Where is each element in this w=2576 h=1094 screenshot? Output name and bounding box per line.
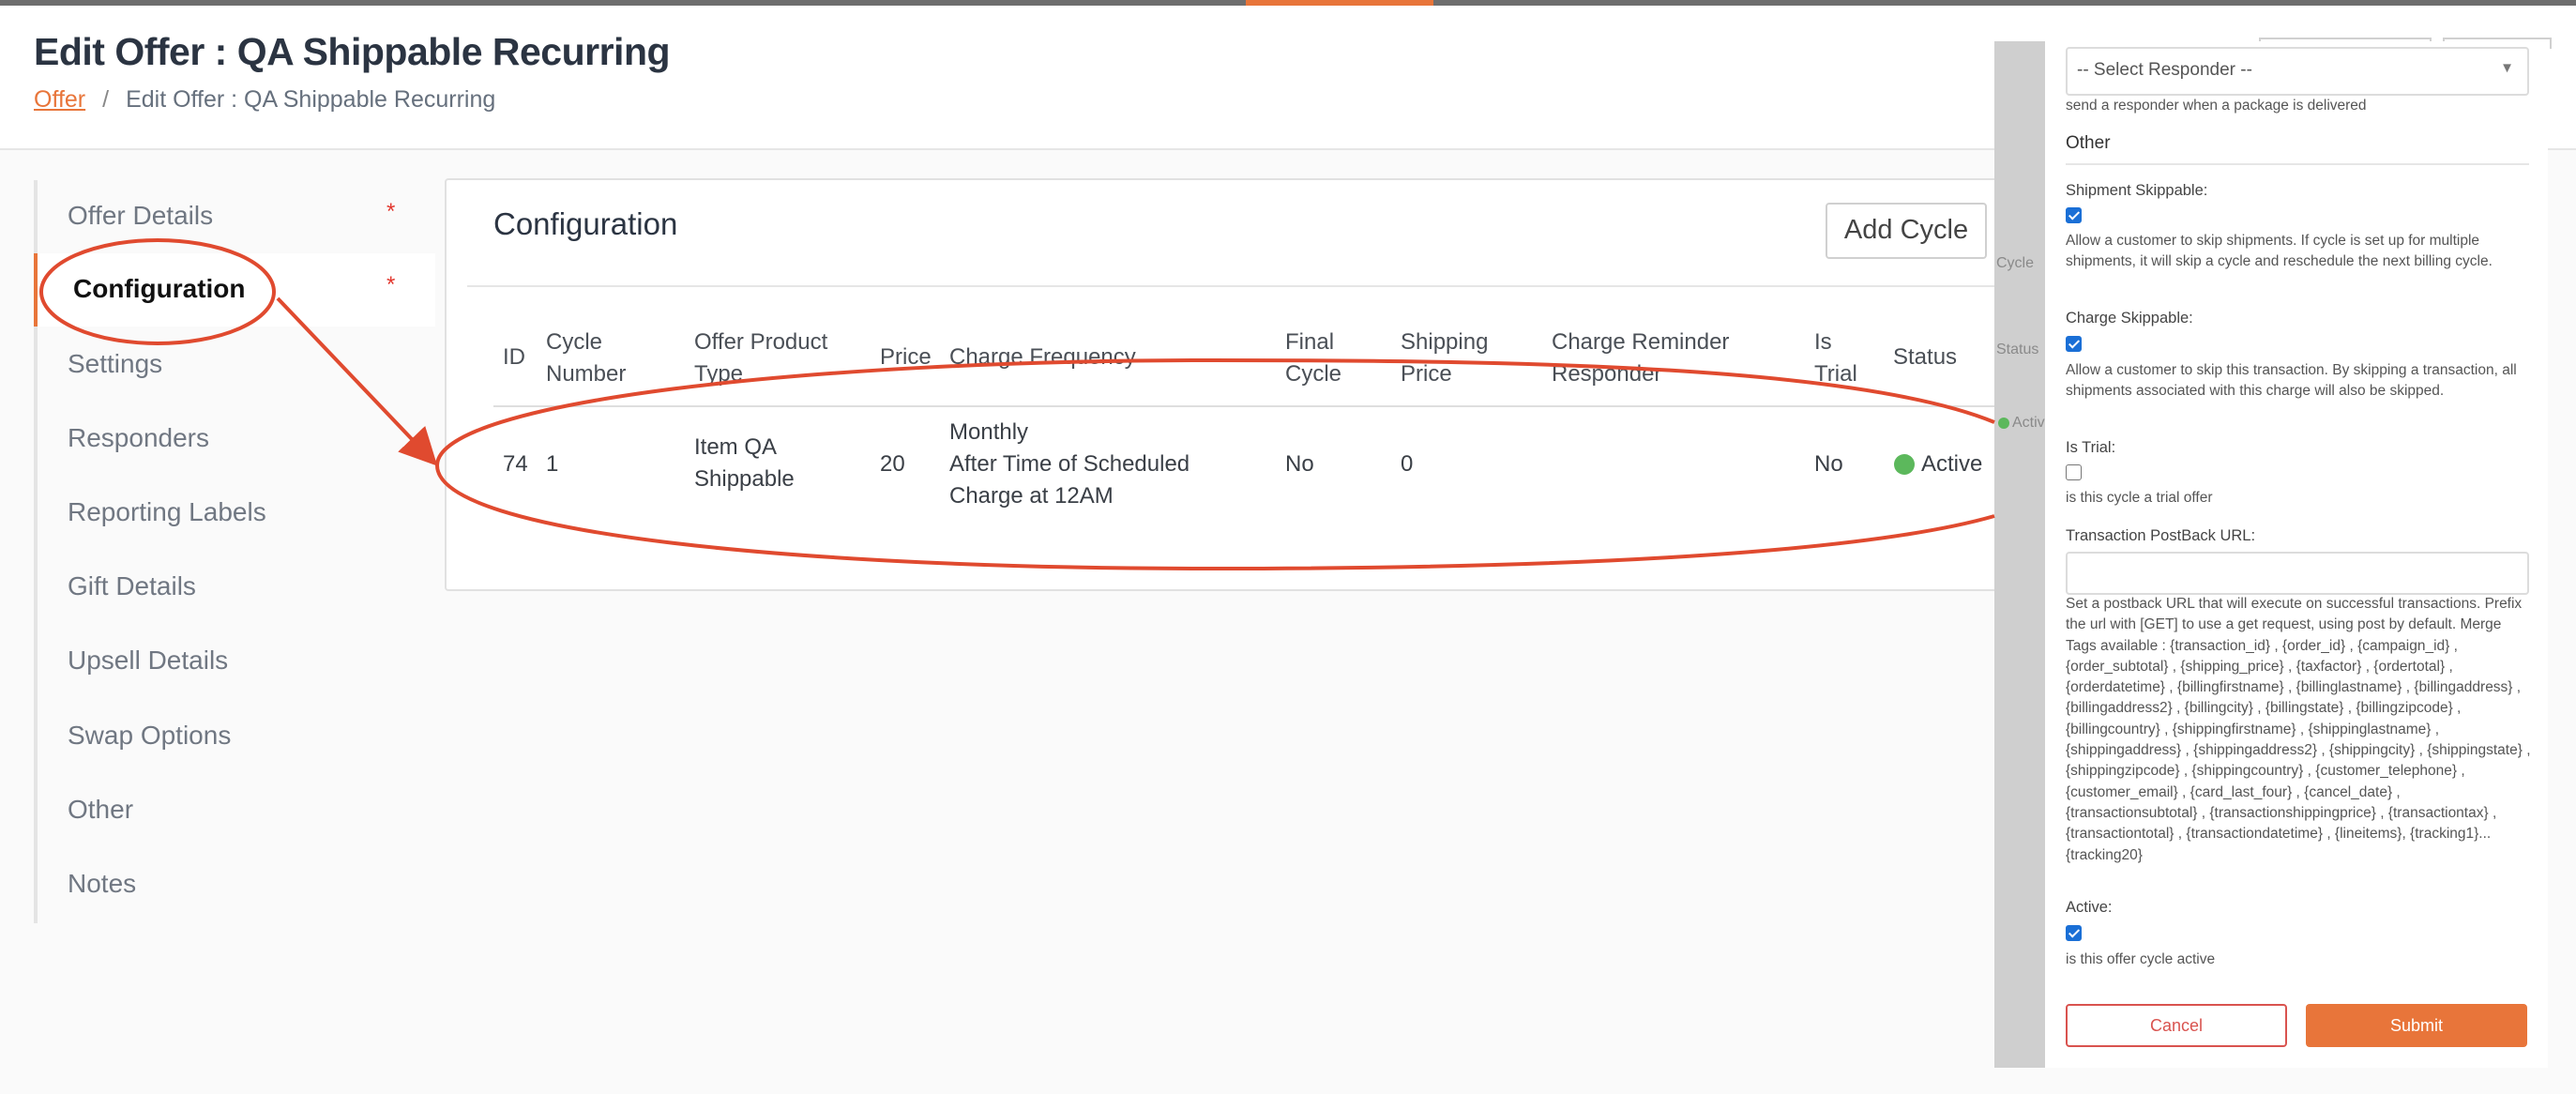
annotation-circle-configuration [39, 238, 276, 345]
annotation-ellipse-table-row [434, 357, 1995, 571]
annotation-overlay [39, 238, 1995, 571]
annotation-arrow [276, 296, 438, 466]
